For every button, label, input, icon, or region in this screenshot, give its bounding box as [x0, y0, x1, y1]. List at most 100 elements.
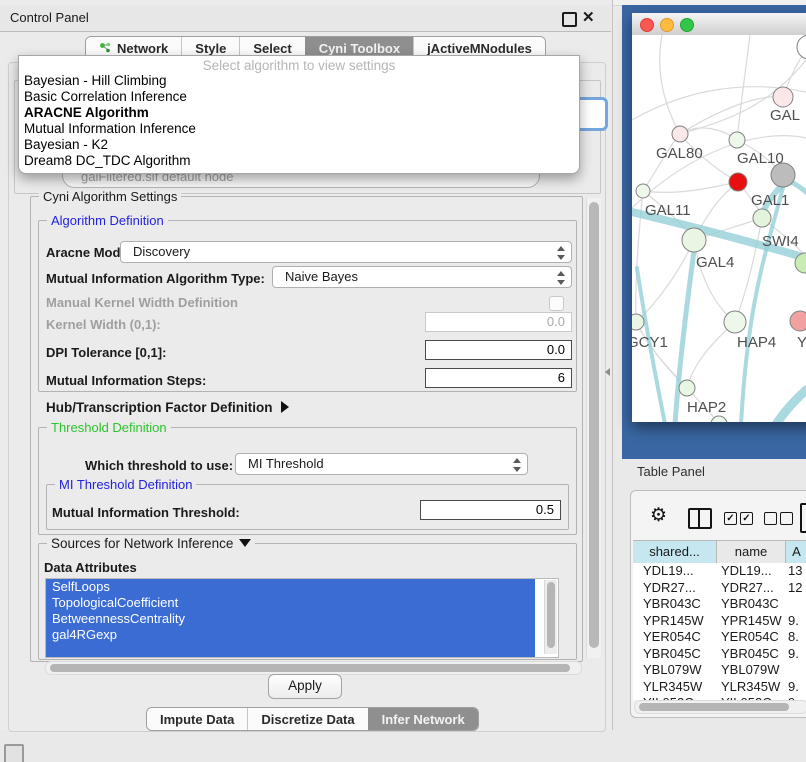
hub-definition-expander[interactable]: Hub/Transcription Factor Definition: [46, 400, 289, 415]
column-header-clipped[interactable]: A: [786, 541, 806, 563]
attribute-item[interactable]: SelfLoops: [46, 579, 535, 595]
table-row[interactable]: YPR145WYPR145W9.: [633, 613, 806, 630]
column-visibility-icon[interactable]: [688, 508, 712, 529]
table-cell[interactable]: YPR145W: [633, 613, 717, 630]
export-table-icon[interactable]: [800, 503, 806, 533]
table-cell[interactable]: YBL079W: [633, 662, 717, 679]
manual-kernel-checkbox[interactable]: [549, 296, 564, 311]
network-node[interactable]: [771, 163, 795, 187]
network-node[interactable]: [672, 126, 688, 142]
select-all-checkbox-icon[interactable]: ✓: [724, 512, 737, 525]
network-node[interactable]: [632, 314, 644, 330]
table-cell[interactable]: 9.: [786, 613, 806, 630]
network-node[interactable]: [729, 173, 747, 191]
network-node[interactable]: [773, 87, 793, 107]
tab-impute-data[interactable]: Impute Data: [147, 708, 247, 730]
which-threshold-combobox[interactable]: MI Threshold: [235, 453, 528, 475]
table-row[interactable]: YBL079WYBL079W: [633, 662, 806, 679]
settings-vertical-scrollbar[interactable]: [586, 198, 601, 658]
table-row[interactable]: YBR045CYBR045C9.: [633, 646, 806, 663]
attribute-item[interactable]: gal4RGexp: [46, 627, 535, 643]
float-window-button[interactable]: [562, 12, 577, 27]
table-cell[interactable]: YDL19...: [717, 563, 786, 580]
dropdown-prompt: Select algorithm to view settings: [19, 58, 579, 73]
mi-threshold-field[interactable]: 0.5: [420, 500, 561, 520]
table-cell[interactable]: 13: [786, 563, 806, 580]
algorithm-option[interactable]: Basic Correlation Inference: [19, 89, 579, 105]
scrollbar-thumb[interactable]: [639, 703, 789, 711]
select-all-checkbox-icon[interactable]: ✓: [740, 512, 753, 525]
sources-collapser[interactable]: Sources for Network Inference: [47, 536, 255, 551]
table-cell[interactable]: YER054C: [717, 629, 786, 646]
network-node[interactable]: [790, 311, 806, 331]
table-cell[interactable]: [786, 662, 806, 679]
algorithm-option[interactable]: Bayesian - Hill Climbing: [19, 73, 579, 89]
table-cell[interactable]: [786, 596, 806, 613]
table-cell[interactable]: YBR045C: [717, 646, 786, 663]
deselect-all-checkbox-icon[interactable]: [780, 512, 793, 525]
docked-panel-icon[interactable]: [4, 744, 24, 762]
scrollbar-thumb[interactable]: [50, 664, 570, 672]
tab-infer-network[interactable]: Infer Network: [368, 708, 478, 730]
table-row[interactable]: YDR27...YDR27...12: [633, 580, 806, 597]
network-canvas[interactable]: GALGAL80GAL10GAL11GAL1GAL4SWI4GCY1HAP4YH…: [632, 35, 806, 422]
table-cell[interactable]: YER054C: [633, 629, 717, 646]
table-row[interactable]: YBR043CYBR043C: [633, 596, 806, 613]
table-cell[interactable]: YPR145W: [717, 613, 786, 630]
dpi-tolerance-field[interactable]: 0.0: [425, 340, 572, 360]
close-icon[interactable]: ✕: [582, 8, 595, 28]
network-edge: [680, 128, 737, 140]
mi-type-combobox[interactable]: Naive Bayes: [272, 266, 572, 288]
mi-steps-field[interactable]: 6: [425, 368, 572, 388]
deselect-all-checkbox-icon[interactable]: [764, 512, 777, 525]
scrollbar-thumb[interactable]: [547, 582, 555, 648]
table-cell[interactable]: YDL19...: [633, 563, 717, 580]
algorithm-option[interactable]: Dream8 DC_TDC Algorithm: [19, 153, 579, 169]
close-traffic-light-icon[interactable]: [640, 18, 654, 32]
algorithm-option[interactable]: Bayesian - K2: [19, 137, 579, 153]
algorithm-option[interactable]: Mutual Information Inference: [19, 121, 579, 137]
kernel-width-field[interactable]: 0.0: [425, 312, 572, 332]
zoom-traffic-light-icon[interactable]: [680, 18, 694, 32]
apply-button[interactable]: Apply: [268, 674, 342, 699]
attribute-item[interactable]: TopologicalCoefficient: [46, 595, 535, 611]
minimize-traffic-light-icon[interactable]: [660, 18, 674, 32]
data-attributes-list: SelfLoops TopologicalCoefficient Between…: [45, 578, 559, 658]
aracne-mode-combobox[interactable]: Discovery: [120, 241, 572, 263]
table-cell[interactable]: YBR043C: [717, 596, 786, 613]
table-horizontal-scrollbar[interactable]: [634, 700, 806, 714]
scrollbar-thumb[interactable]: [589, 202, 599, 648]
column-header-shared-name[interactable]: shared...: [633, 541, 717, 563]
table-row[interactable]: YLR345WYLR345W9.: [633, 679, 806, 696]
table-cell[interactable]: YBR045C: [633, 646, 717, 663]
splitter-collapse-icon[interactable]: [605, 368, 610, 376]
table-cell[interactable]: 9.: [786, 679, 806, 696]
tab-discretize-data[interactable]: Discretize Data: [247, 708, 367, 730]
table-cell[interactable]: YDR27...: [717, 580, 786, 597]
attribute-item[interactable]: BetweennessCentrality: [46, 611, 535, 627]
table-cell[interactable]: YBL079W: [717, 662, 786, 679]
column-header-name[interactable]: name: [717, 541, 786, 563]
network-node[interactable]: [797, 35, 806, 59]
table-cell[interactable]: 8.: [786, 629, 806, 646]
table-cell[interactable]: 12: [786, 580, 806, 597]
network-node[interactable]: [682, 228, 706, 252]
network-node[interactable]: [753, 209, 771, 227]
table-cell[interactable]: YLR345W: [633, 679, 717, 696]
network-node[interactable]: [724, 311, 746, 333]
network-node[interactable]: [679, 380, 695, 396]
table-cell[interactable]: YBR043C: [633, 596, 717, 613]
network-node[interactable]: [636, 184, 650, 198]
network-node[interactable]: [729, 132, 745, 148]
algorithm-option-selected[interactable]: ARACNE Algorithm: [19, 105, 579, 121]
table-row[interactable]: YER054CYER054C8.: [633, 629, 806, 646]
table-cell[interactable]: 9.: [786, 646, 806, 663]
sources-horizontal-scrollbar[interactable]: [45, 661, 582, 675]
attribute-item-partial[interactable]: [46, 643, 535, 657]
table-row[interactable]: YDL19...YDL19...13: [633, 563, 806, 580]
gear-icon[interactable]: ⚙: [650, 506, 667, 526]
attributes-scrollbar[interactable]: [544, 580, 557, 654]
table-cell[interactable]: YDR27...: [633, 580, 717, 597]
network-window-titlebar[interactable]: [632, 13, 806, 36]
table-cell[interactable]: YLR345W: [717, 679, 786, 696]
